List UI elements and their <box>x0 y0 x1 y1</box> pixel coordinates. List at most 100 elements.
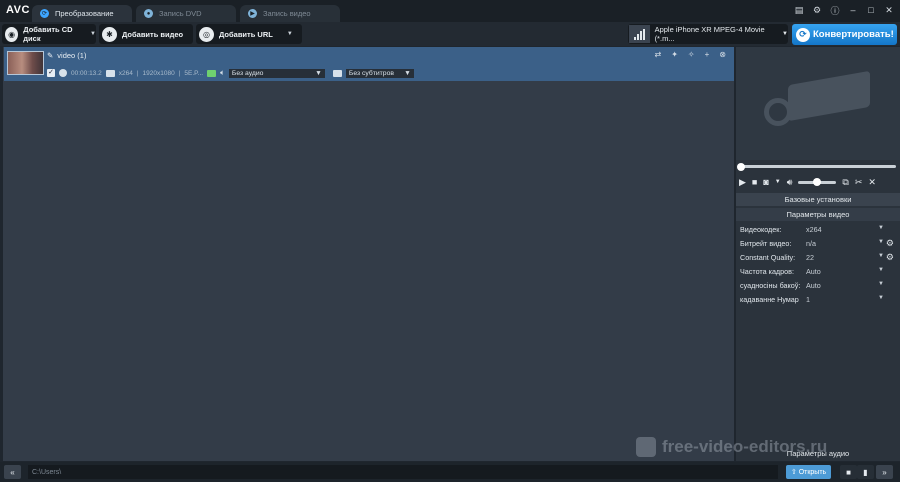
file-row[interactable]: ✎ video (1) ✓ 00:00:13.2 x264 | 1920x108… <box>4 47 734 81</box>
param-row-codec[interactable]: Видеокодек: x264 ▼ <box>740 223 896 236</box>
add-url-label: Добавить URL <box>219 29 273 39</box>
convert-icon: ⟳ <box>40 9 49 18</box>
tab-convert[interactable]: ⟳ Преобразование <box>32 5 132 22</box>
tools-icon[interactable]: ✕ <box>868 177 876 188</box>
subtitle-edit-icon[interactable] <box>207 69 217 77</box>
param-row-aspect[interactable]: суадносіны бакоў: Auto ▼ <box>740 279 896 292</box>
speaker-icon[interactable]: 🔊︎ <box>787 177 793 188</box>
tab-dvd[interactable]: ● Запись DVD <box>136 5 236 22</box>
video-params-header[interactable]: Параметры видео <box>736 208 900 221</box>
seek-bar[interactable] <box>737 162 896 171</box>
video-thumbnail[interactable] <box>7 51 44 75</box>
player-controls: ▶ ■ ◙ ▼ 🔊︎ ⧉ ✂ ✕ <box>739 175 897 189</box>
gear-icon[interactable]: ⚙ <box>810 3 824 17</box>
output-path[interactable]: C:\Users\ <box>28 465 778 479</box>
tab-record[interactable]: ▶ Запись видео <box>240 5 340 22</box>
pencil-icon[interactable]: ✎ <box>47 51 53 60</box>
add-cd-button[interactable]: ◉ Добавить CD диск ▼ <box>2 24 96 44</box>
link-icon[interactable]: ⧉ <box>842 177 848 188</box>
menu-icon[interactable]: ▤ <box>792 3 806 17</box>
basic-settings-header[interactable]: Базовые установки <box>736 193 900 206</box>
watermark-text: free-video-editors.ru <box>662 437 828 456</box>
chevron-down-icon[interactable]: ▼ <box>775 179 781 185</box>
param-row-encoding-number[interactable]: кадаванне Нумар 1 ▼ <box>740 293 896 306</box>
chevron-down-icon: ▼ <box>878 225 884 231</box>
row-actions: ⇄ ✦ ✧ + ⊗ <box>655 50 726 59</box>
file-meta: ✓ 00:00:13.2 x264 | 1920x1080 | 5E.P... … <box>47 68 414 78</box>
output-path-text: C:\Users\ <box>32 468 62 476</box>
chevron-down-icon[interactable]: ▼ <box>90 31 96 37</box>
param-value: x264 <box>806 225 822 234</box>
gear-icon[interactable]: ⚙ <box>884 238 894 249</box>
minimize-icon[interactable]: – <box>846 3 860 17</box>
right-panel: ▶ ■ ◙ ▼ 🔊︎ ⧉ ✂ ✕ Базовые установки Парам… <box>736 47 900 461</box>
camera-icon[interactable]: ◙ <box>763 177 768 187</box>
chevron-down-icon: ▼ <box>404 69 411 77</box>
add-icon[interactable]: + <box>705 50 710 59</box>
close-icon[interactable]: ✕ <box>882 3 896 17</box>
add-video-label: Добавить видео <box>122 29 184 39</box>
magic-wand-icon[interactable]: ✧ <box>688 50 695 59</box>
file-name: ✎ video (1) <box>47 51 86 60</box>
open-folder-button[interactable]: ⇧ Открыть <box>786 465 831 479</box>
profile-label: Apple iPhone XR MPEG-4 Movie (*.m... <box>654 25 765 43</box>
output-profile-select[interactable]: Apple iPhone XR MPEG-4 Movie (*.m... ▼ <box>628 24 788 44</box>
add-cd-label: Добавить CD диск <box>23 25 73 43</box>
param-label: кадаванне Нумар <box>740 295 799 304</box>
subtitles-icon <box>332 69 342 77</box>
refresh-icon: ⟳ <box>796 27 810 42</box>
separator: | <box>136 69 139 77</box>
play-icon[interactable]: ▶ <box>739 177 746 188</box>
scissors-icon[interactable]: ✂ <box>855 177 863 188</box>
preview-area <box>736 47 900 160</box>
duration: 00:00:13.2 <box>71 69 102 77</box>
play-icon: ▶ <box>248 9 257 18</box>
chevron-down-icon: ▼ <box>878 267 884 273</box>
param-row-quality[interactable]: Constant Quality: 22 ▼ ⚙ <box>740 251 896 264</box>
convert-button[interactable]: ⟳ Конвертировать! <box>792 24 897 45</box>
add-video-button[interactable]: ✱ Добавить видео <box>99 24 193 44</box>
close-icon[interactable]: ⊗ <box>719 50 726 59</box>
volume-slider[interactable] <box>798 178 837 186</box>
chevron-down-icon: ▼ <box>782 31 788 37</box>
film-reel-icon: ✱ <box>102 26 117 42</box>
clock-icon <box>59 69 67 77</box>
audio-select[interactable]: Без аудио ▼ <box>228 68 325 78</box>
subtitles-select[interactable]: Без субтитров ▼ <box>345 68 414 78</box>
checkbox[interactable]: ✓ <box>47 69 55 77</box>
status-bar: « C:\Users\ ⇧ Открыть ■ ▮ » <box>0 462 900 482</box>
param-label: Constant Quality: <box>740 253 796 262</box>
basic-settings-label: Базовые установки <box>784 195 852 204</box>
expand-right-button[interactable]: » <box>876 465 893 479</box>
collapse-left-button[interactable]: « <box>4 465 21 479</box>
gear-icon[interactable]: ⚙ <box>884 252 894 263</box>
tab-label: Запись видео <box>263 9 311 18</box>
upload-icon: ⇧ <box>790 469 797 476</box>
chevron-down-icon[interactable]: ▼ <box>287 31 293 37</box>
file-name-text: video (1) <box>57 51 87 60</box>
param-value: 1 <box>806 295 810 304</box>
param-value: 22 <box>806 253 814 262</box>
add-url-button[interactable]: ◎ Добавить URL ▼ <box>196 24 302 44</box>
chevron-down-icon: ▼ <box>878 295 884 301</box>
param-label: Видеокодек: <box>740 225 782 234</box>
refresh-icon[interactable]: ⇄ <box>655 50 662 59</box>
info-icon[interactable]: ⓘ <box>828 3 842 17</box>
stop-icon[interactable]: ■ <box>752 177 757 187</box>
video-icon <box>105 69 115 77</box>
chevron-down-icon: ▼ <box>878 281 884 287</box>
maximize-icon[interactable]: □ <box>864 3 878 17</box>
param-label: Битрейт видео: <box>740 239 792 248</box>
stop-button[interactable]: ■ <box>840 465 857 479</box>
param-row-bitrate[interactable]: Битрейт видео: n/a ▼ ⚙ <box>740 237 896 250</box>
seek-handle[interactable] <box>737 162 745 171</box>
separator: | <box>178 69 181 77</box>
volume-handle[interactable] <box>813 178 822 186</box>
param-row-framerate[interactable]: Частота кадров: Auto ▼ <box>740 265 896 278</box>
film-placeholder-icon <box>758 70 878 134</box>
convert-label: Конвертировать! <box>813 29 894 40</box>
param-value: Auto <box>806 267 821 276</box>
pause-button[interactable]: ▮ <box>857 465 874 479</box>
pin-icon[interactable]: ✦ <box>671 50 678 59</box>
profile-icon <box>629 25 650 43</box>
